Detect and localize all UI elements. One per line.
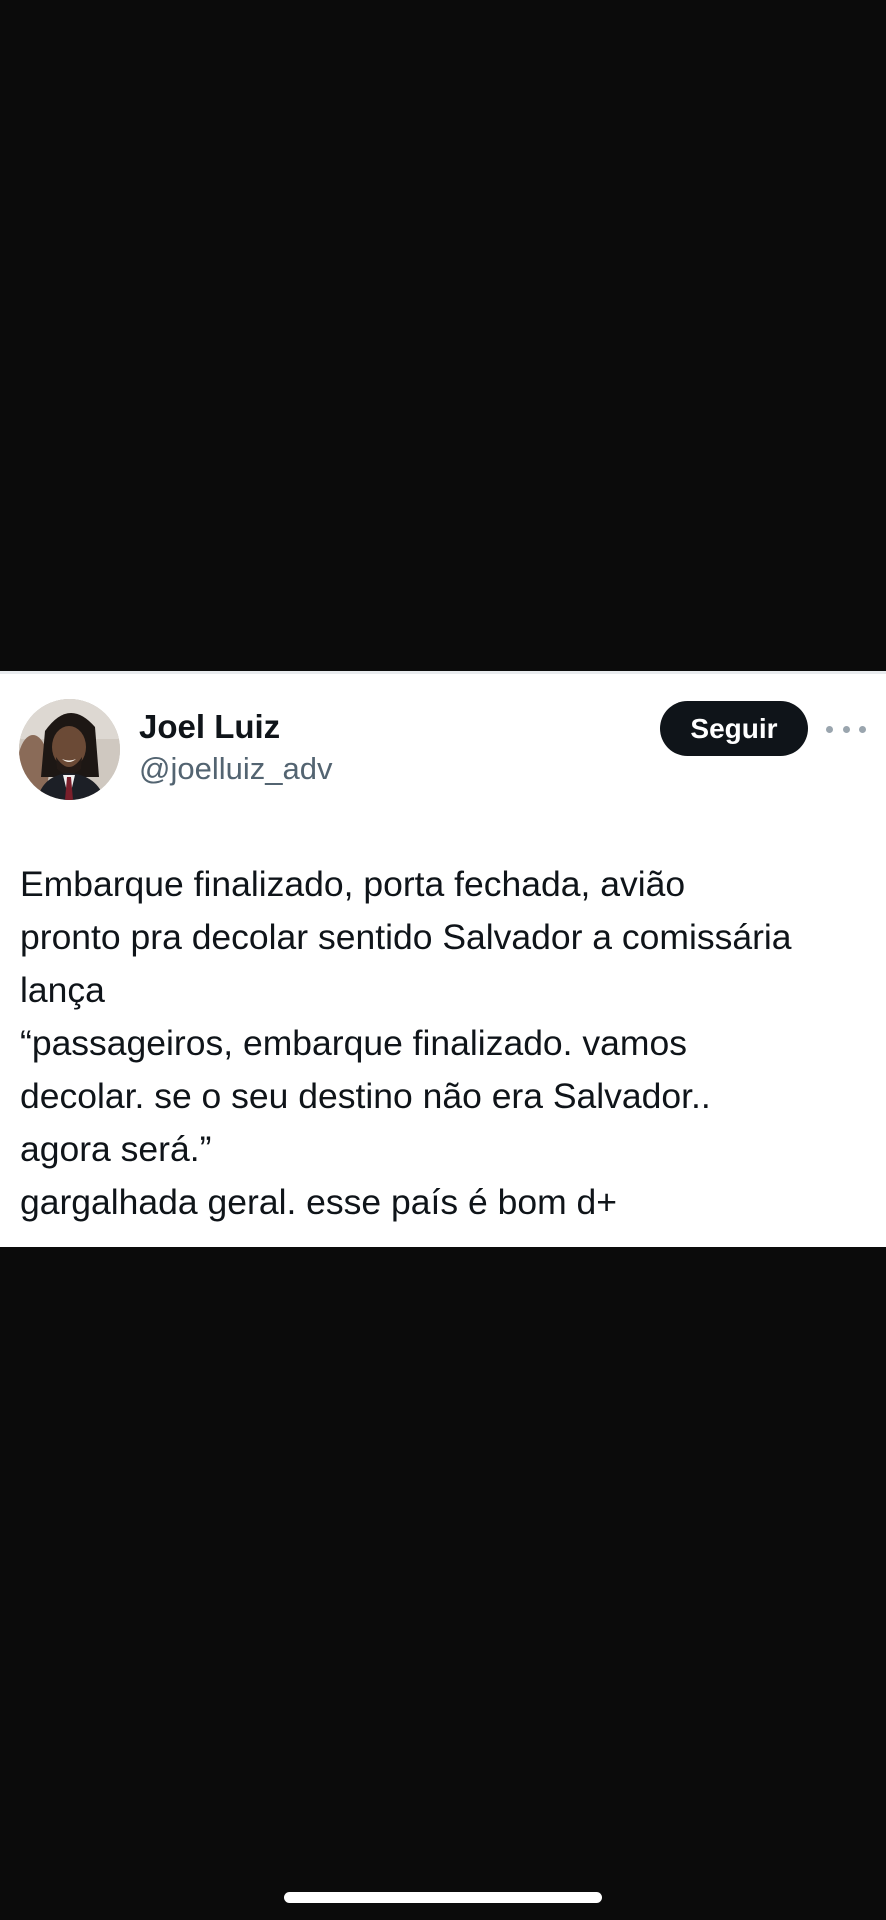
author-name[interactable]: Joel Luiz	[139, 707, 280, 747]
tweet-text-line: lança	[20, 970, 105, 1010]
tweet-text-line: “passageiros, embarque finalizado. vamos	[20, 1023, 687, 1063]
avatar-image	[19, 699, 120, 800]
tweet-text-line: pronto pra decolar sentido Salvador a co…	[20, 917, 792, 957]
tweet-text-line: decolar. se o seu destino não era Salvad…	[20, 1076, 711, 1116]
author-handle[interactable]: @joelluiz_adv	[139, 750, 332, 788]
follow-button[interactable]: Seguir	[660, 701, 808, 756]
tweet-text: Embarque finalizado, porta fechada, aviã…	[20, 858, 880, 1229]
avatar[interactable]	[19, 699, 120, 800]
dot	[859, 725, 866, 733]
tweet-text-line: gargalhada geral. esse país é bom d+	[20, 1182, 617, 1222]
home-indicator[interactable]	[284, 1892, 602, 1903]
dot	[842, 725, 850, 733]
dot	[826, 725, 833, 733]
tweet-text-line: agora será.”	[20, 1129, 212, 1169]
tweet-card: Joel Luiz @joelluiz_adv Seguir Embarque …	[0, 671, 886, 1247]
divider	[0, 671, 886, 674]
tweet-text-line: Embarque finalizado, porta fechada, aviã…	[20, 864, 686, 904]
more-horizontal-icon[interactable]	[826, 721, 866, 737]
